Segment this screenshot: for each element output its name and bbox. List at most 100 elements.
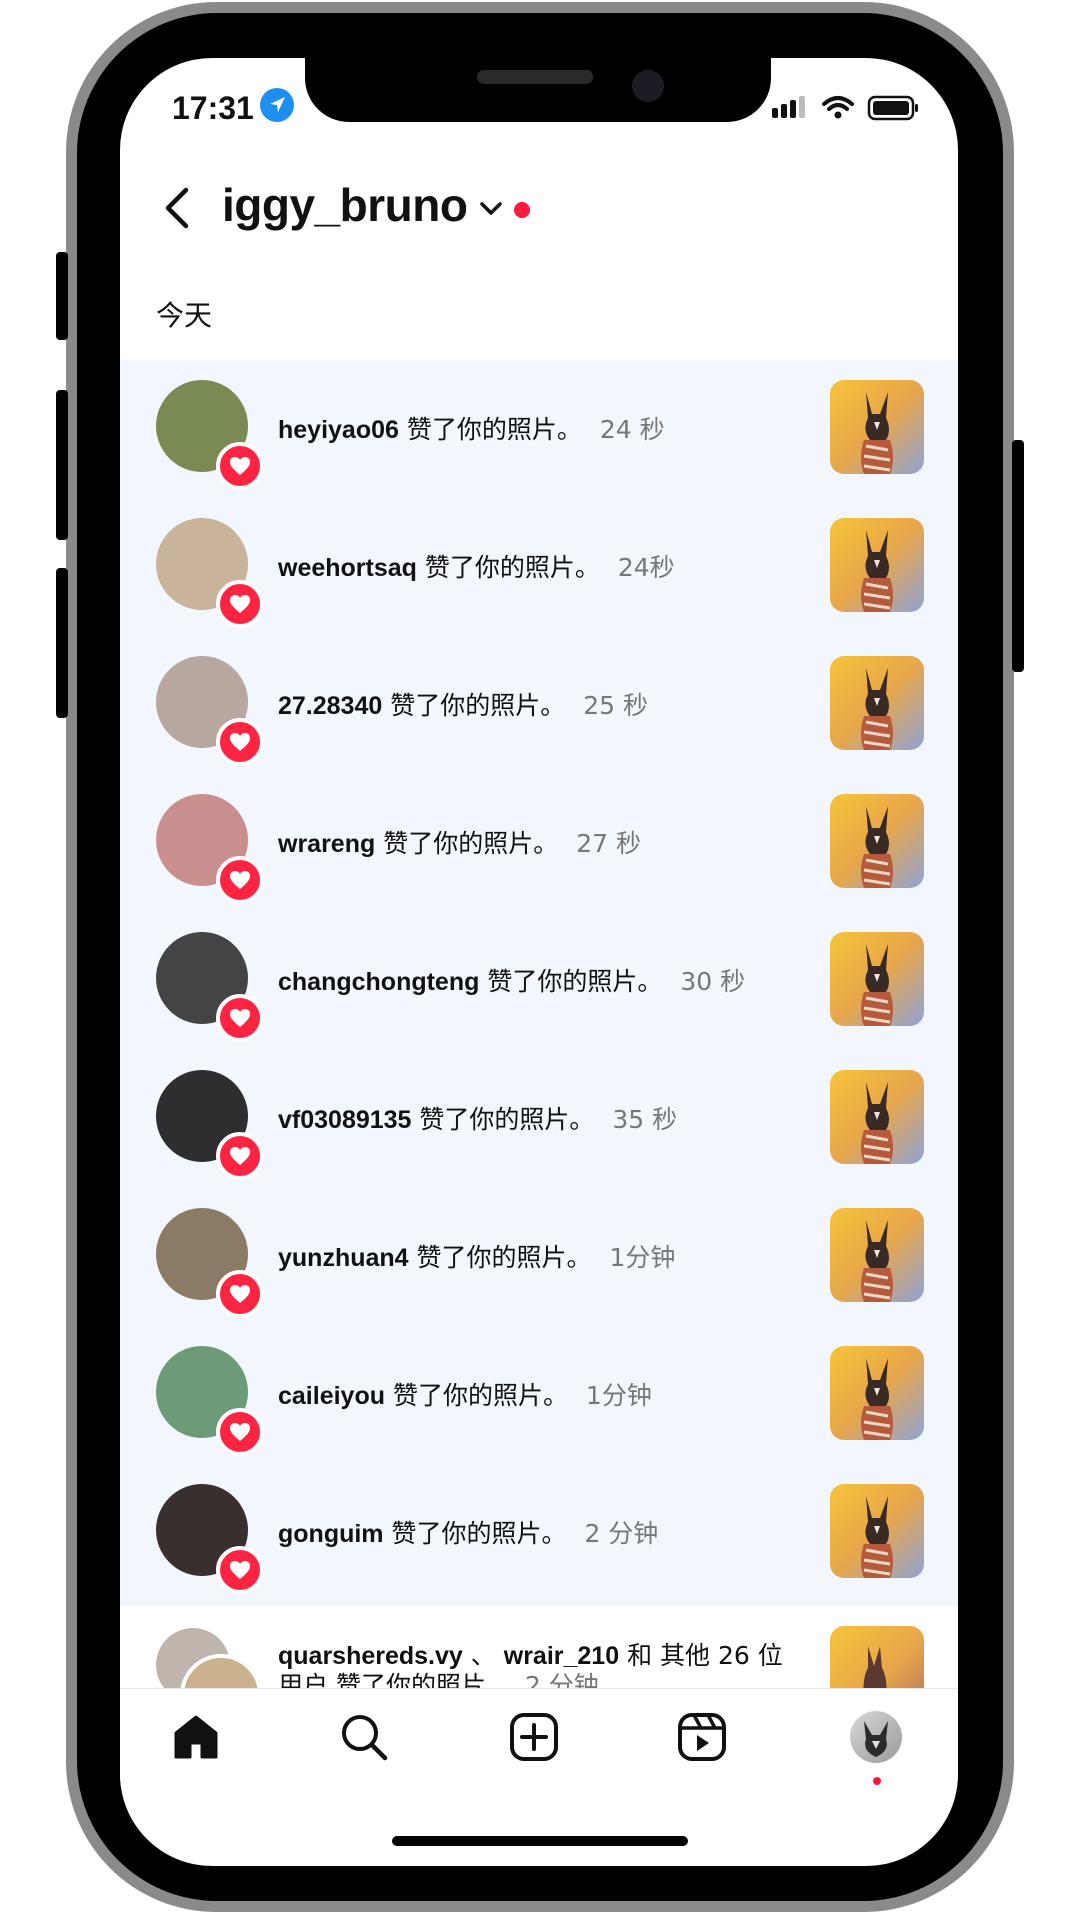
notification-text: vf03089135 赞了你的照片。 35 秒 (278, 1100, 677, 1136)
status-icons (770, 92, 920, 122)
battery-icon (867, 95, 918, 121)
volume-up-button (56, 390, 68, 540)
post-thumbnail[interactable] (830, 932, 924, 1026)
heart-icon (230, 871, 250, 889)
profile-avatar[interactable] (850, 1711, 902, 1763)
heart-icon (230, 1423, 250, 1441)
post-thumbnail[interactable] (830, 518, 924, 612)
chevron-down-icon[interactable] (478, 198, 504, 220)
screen: 17:31 iggy_bruno 今天 heyiyao06 赞了你的照片。 24… (120, 58, 958, 1866)
notification-text: 27.28340 赞了你的照片。 25 秒 (278, 686, 648, 722)
action-text: 赞了你的照片。 (391, 1519, 567, 1548)
list-item[interactable]: weehortsaq 赞了你的照片。 24秒 (120, 498, 958, 636)
heart-icon (230, 457, 250, 475)
list-item[interactable]: yunzhuan4 赞了你的照片。 1分钟 (120, 1188, 958, 1326)
speaker (477, 70, 593, 84)
heart-icon (230, 1147, 250, 1165)
notification-text: changchongteng 赞了你的照片。 30 秒 (278, 962, 745, 998)
power-button (1012, 440, 1024, 672)
username[interactable]: gonguim (278, 1520, 384, 1548)
list-item[interactable]: wrareng 赞了你的照片。 27 秒 (120, 774, 958, 912)
username[interactable]: 27.28340 (278, 692, 382, 720)
volume-down-button (56, 568, 68, 718)
action-text: 赞了你的照片。 (406, 415, 582, 444)
timestamp: 30 秒 (680, 967, 746, 996)
username[interactable]: weehortsaq (278, 554, 417, 582)
home-indicator (392, 1836, 688, 1846)
notification-text: weehortsaq 赞了你的照片。 24秒 (278, 548, 675, 584)
post-thumbnail[interactable] (830, 1484, 924, 1578)
profile-notification-dot (873, 1777, 881, 1785)
action-text: 赞了你的照片。 (419, 1105, 595, 1134)
timestamp: 24秒 (617, 553, 675, 582)
notification-text: yunzhuan4 赞了你的照片。 1分钟 (278, 1238, 675, 1274)
signal-icon (772, 96, 805, 118)
post-thumbnail[interactable] (830, 1070, 924, 1164)
reels-icon[interactable] (676, 1711, 728, 1763)
list-item[interactable]: heyiyao06 赞了你的照片。 24 秒 (120, 360, 958, 498)
heart-icon (230, 595, 250, 613)
heart-icon (230, 1285, 250, 1303)
timestamp: 1分钟 (609, 1243, 676, 1272)
wifi-icon (822, 96, 854, 119)
post-thumbnail[interactable] (830, 380, 924, 474)
heart-badge (216, 1408, 264, 1456)
account-username[interactable]: iggy_bruno (222, 178, 468, 232)
home-icon[interactable] (170, 1711, 222, 1763)
list-item[interactable]: 27.28340 赞了你的照片。 25 秒 (120, 636, 958, 774)
timestamp: 27 秒 (576, 829, 641, 858)
heart-badge (216, 580, 264, 628)
timestamp: 1分钟 (585, 1381, 652, 1410)
username[interactable]: heyiyao06 (278, 416, 399, 444)
section-header-today: 今天 (156, 299, 213, 332)
username[interactable]: wrareng (278, 830, 375, 858)
timestamp: 2 分钟 (584, 1519, 659, 1548)
others-count: 和 其他 26 位 (627, 1641, 783, 1670)
heart-badge (216, 1270, 264, 1318)
post-thumbnail[interactable] (830, 1346, 924, 1440)
notification-text: gonguim 赞了你的照片。 2 分钟 (278, 1514, 658, 1550)
location-arrow-icon (260, 88, 294, 122)
heart-badge (216, 994, 264, 1042)
list-item[interactable]: vf03089135 赞了你的照片。 35 秒 (120, 1050, 958, 1188)
heart-badge (216, 1546, 264, 1594)
create-post-icon[interactable] (508, 1711, 560, 1763)
notification-dot (514, 202, 530, 218)
post-thumbnail[interactable] (830, 1208, 924, 1302)
username[interactable]: vf03089135 (278, 1106, 411, 1134)
notification-text: wrareng 赞了你的照片。 27 秒 (278, 824, 641, 860)
action-text: 赞了你的照片。 (390, 691, 566, 720)
timestamp: 35 秒 (612, 1105, 678, 1134)
heart-icon (230, 1561, 250, 1579)
bottom-tab-bar (120, 1688, 958, 1789)
silent-switch (56, 252, 68, 340)
heart-badge (216, 1132, 264, 1180)
action-text: 赞了你的照片。 (487, 967, 663, 996)
action-text: 赞了你的照片。 (392, 1381, 568, 1410)
back-icon[interactable] (160, 184, 196, 232)
notification-text: caileiyou 赞了你的照片。 1分钟 (278, 1376, 652, 1412)
action-text: 赞了你的照片。 (416, 1243, 592, 1272)
username[interactable]: changchongteng (278, 968, 479, 996)
heart-badge (216, 718, 264, 766)
list-item[interactable]: changchongteng 赞了你的照片。 30 秒 (120, 912, 958, 1050)
list-item[interactable]: gonguim 赞了你的照片。 2 分钟 (120, 1464, 958, 1602)
heart-icon (230, 733, 250, 751)
heart-icon (230, 1009, 250, 1027)
front-camera (632, 70, 664, 102)
status-time: 17:31 (172, 90, 254, 126)
search-icon[interactable] (338, 1711, 390, 1763)
notch (305, 58, 771, 122)
username[interactable]: caileiyou (278, 1382, 385, 1410)
action-text: 赞了你的照片。 (383, 829, 559, 858)
post-thumbnail[interactable] (830, 794, 924, 888)
list-item[interactable]: caileiyou 赞了你的照片。 1分钟 (120, 1326, 958, 1464)
notification-text: heyiyao06 赞了你的照片。 24 秒 (278, 410, 665, 446)
timestamp: 25 秒 (583, 691, 648, 720)
timestamp: 24 秒 (599, 415, 665, 444)
username[interactable]: yunzhuan4 (278, 1244, 409, 1272)
heart-badge (216, 856, 264, 904)
heart-badge (216, 442, 264, 490)
post-thumbnail[interactable] (830, 656, 924, 750)
action-text: 赞了你的照片。 (424, 553, 600, 582)
